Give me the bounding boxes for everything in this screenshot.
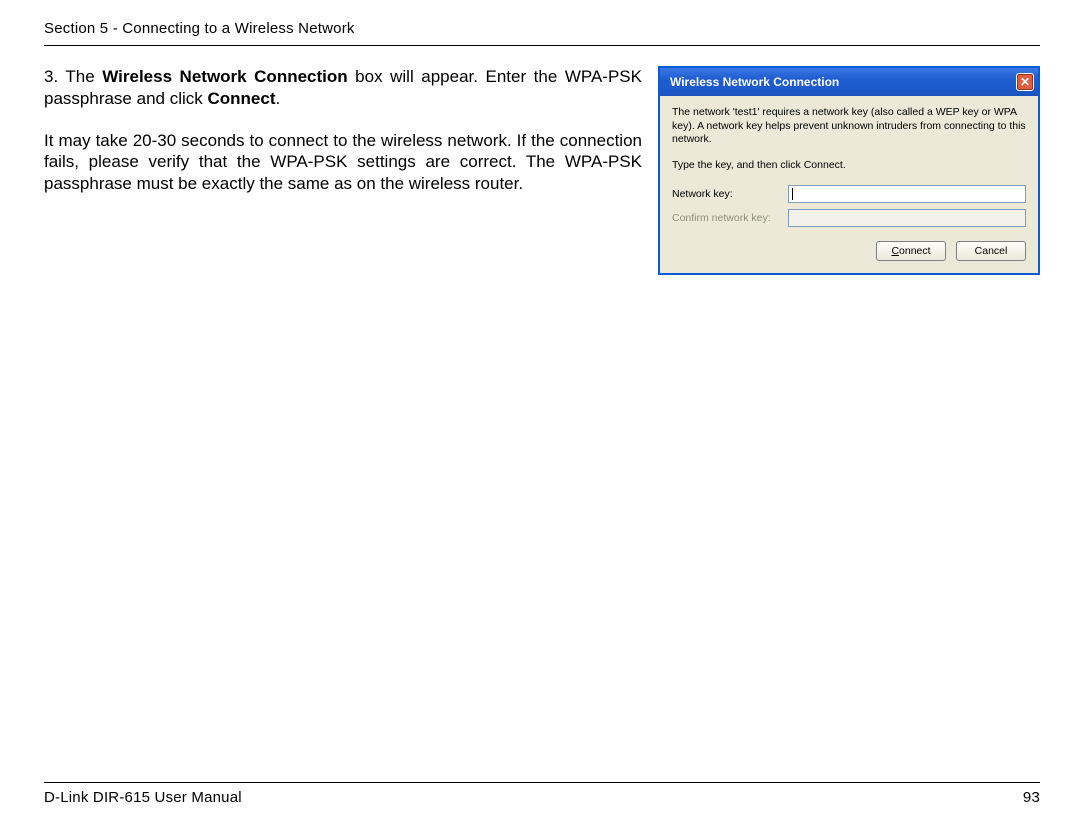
step-bold-2: Connect (207, 89, 275, 108)
dialog-title-text: Wireless Network Connection (670, 75, 839, 89)
confirm-key-label: Confirm network key: (672, 212, 780, 224)
network-key-row: Network key: (672, 185, 1026, 203)
page-footer: D-Link DIR-615 User Manual 93 (44, 782, 1040, 806)
step-number: 3. (44, 67, 58, 86)
close-icon[interactable]: ✕ (1016, 73, 1034, 91)
dialog-buttons: Connect Cancel (672, 241, 1026, 261)
wireless-connection-dialog: Wireless Network Connection ✕ The networ… (658, 66, 1040, 275)
step-bold-1: Wireless Network Connection (102, 67, 347, 86)
connect-button[interactable]: Connect (876, 241, 946, 261)
content-row: 3. The Wireless Network Connection box w… (44, 66, 1040, 275)
step-text-pre: The (65, 67, 102, 86)
text-cursor (792, 188, 793, 200)
footer-left: D-Link DIR-615 User Manual (44, 789, 242, 806)
step-text-post: . (275, 89, 280, 108)
step-3: 3. The Wireless Network Connection box w… (44, 66, 642, 110)
connect-underline: C (891, 245, 899, 257)
instruction-text: 3. The Wireless Network Connection box w… (44, 66, 642, 195)
cancel-button[interactable]: Cancel (956, 241, 1026, 261)
section-header: Section 5 - Connecting to a Wireless Net… (44, 20, 1040, 46)
network-key-label: Network key: (672, 188, 780, 200)
dialog-titlebar: Wireless Network Connection ✕ (660, 68, 1038, 96)
footer-page-number: 93 (1023, 789, 1040, 806)
dialog-instruction: Type the key, and then click Connect. (672, 159, 1026, 171)
connect-rest: onnect (899, 245, 931, 257)
step-paragraph: It may take 20-30 seconds to connect to … (44, 130, 642, 195)
confirm-key-input[interactable] (788, 209, 1026, 227)
dialog-body: The network 'test1' requires a network k… (660, 96, 1038, 273)
confirm-key-row: Confirm network key: (672, 209, 1026, 227)
network-key-input[interactable] (788, 185, 1026, 203)
dialog-message: The network 'test1' requires a network k… (672, 106, 1026, 147)
